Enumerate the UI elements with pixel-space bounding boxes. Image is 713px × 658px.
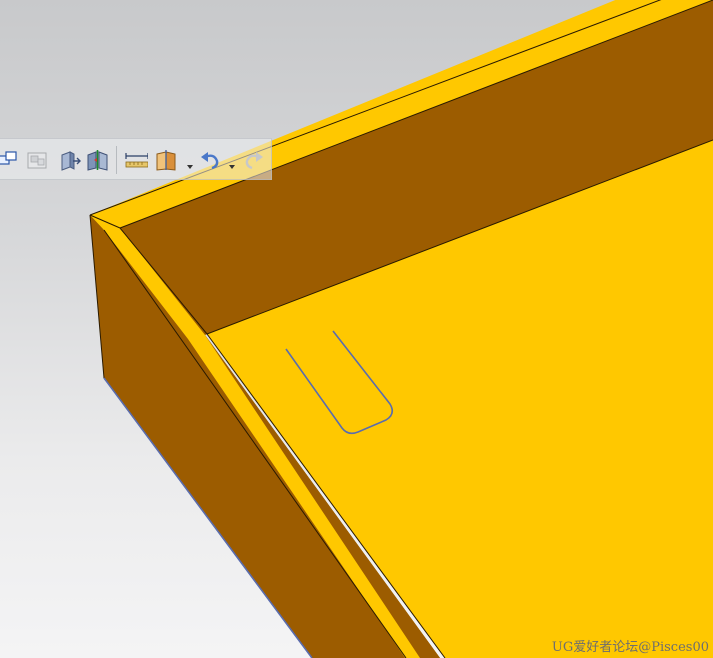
view-toolbar (0, 138, 272, 180)
toolbar-button-redo[interactable] (242, 148, 266, 172)
toolbar-separator (116, 146, 117, 174)
section-view-dropdown[interactable] (186, 156, 194, 169)
model-scene[interactable] (0, 0, 713, 658)
watermark-text: UG爱好者论坛@Pisces00 (551, 640, 709, 655)
toolbar-button-sheet[interactable] (25, 148, 49, 172)
mirror-body-icon (87, 150, 108, 171)
sheet-view-icon (27, 152, 47, 169)
extrude-face-icon (61, 151, 81, 171)
toolbar-button-section[interactable] (154, 148, 178, 172)
measure-distance-icon (125, 153, 148, 168)
undo-dropdown[interactable] (228, 156, 236, 169)
graphics-viewport[interactable]: UG爱好者论坛@Pisces00 (0, 0, 713, 658)
toolbar-button-windows[interactable] (0, 148, 20, 172)
layer-windows-icon (0, 151, 17, 165)
undo-icon (201, 152, 219, 170)
chevron-down-icon (187, 165, 193, 169)
redo-icon (245, 152, 263, 170)
toolbar-button-extrude[interactable] (58, 148, 82, 172)
toolbar-button-measure[interactable] (124, 148, 148, 172)
toolbar-button-undo[interactable] (198, 148, 222, 172)
section-view-icon (156, 150, 176, 171)
toolbar-button-mirror[interactable] (86, 148, 110, 172)
chevron-down-icon (229, 165, 235, 169)
